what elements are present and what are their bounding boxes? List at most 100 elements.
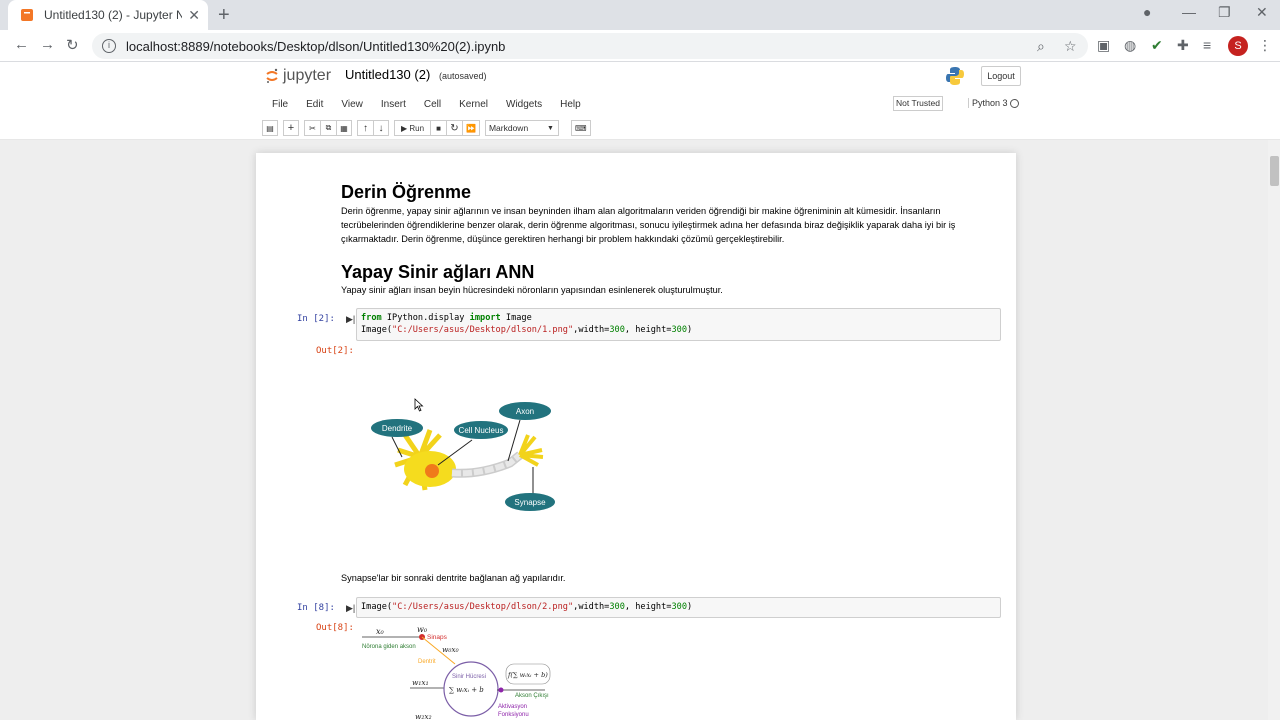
code-string: "C:/Users/asus/Desktop/dlson/2.png" xyxy=(392,602,574,612)
run-label: Run xyxy=(409,123,425,133)
artificial-neuron-diagram-image: x₀ w₀ Sinaps Nörona giden akson w₀x₀ Den… xyxy=(362,625,551,720)
cell-type-select[interactable]: Markdown ▼ xyxy=(484,120,559,136)
autosave-status: (autosaved) xyxy=(439,71,487,81)
mouse-cursor-icon xyxy=(414,398,424,412)
copy-icon[interactable]: ⧉ xyxy=(320,120,336,136)
jupyter-logo-text: jupyter xyxy=(283,67,332,84)
zoom-icon[interactable]: ⌕ xyxy=(1037,38,1045,55)
paste-icon[interactable]: ▦ xyxy=(336,120,352,136)
run-button[interactable]: ▶ Run xyxy=(394,120,430,136)
address-bar-row: ← → ↻ i localhost:8889/notebooks/Desktop… xyxy=(0,30,1280,62)
add-cell-icon[interactable]: + xyxy=(283,120,299,136)
markdown-cell-ann[interactable]: Yapay Sinir ağları ANN Yapay sinir ağlar… xyxy=(341,262,981,297)
w0-label: w₀ xyxy=(417,625,428,634)
run-play-icon: ▶ xyxy=(400,123,408,133)
heading-derin-ogrenme: Derin Öğrenme xyxy=(341,182,472,202)
profile-avatar[interactable]: S xyxy=(1228,36,1248,56)
restart-icon[interactable]: ↻ xyxy=(446,120,462,136)
browser-tab[interactable]: Untitled130 (2) - Jupyter Notebo ✕ xyxy=(8,0,208,30)
url-input[interactable]: i localhost:8889/notebooks/Desktop/dlson… xyxy=(92,33,1088,59)
reload-icon[interactable]: ↻ xyxy=(66,36,79,54)
code-keyword: import xyxy=(469,313,501,323)
markdown-cell-deep-learning[interactable]: Derin Öğrenme Derin öğrenme, yapay sinir… xyxy=(341,182,971,246)
axon-label: Axon xyxy=(516,407,534,416)
extension-circle-icon[interactable]: ◍ xyxy=(1124,37,1136,54)
code-keyword: from xyxy=(361,313,382,323)
menu-widgets[interactable]: Widgets xyxy=(506,99,542,110)
move-up-icon[interactable]: ↑ xyxy=(357,120,373,136)
code-text: , height= xyxy=(624,325,672,335)
not-trusted-button[interactable]: Not Trusted xyxy=(893,96,943,111)
reading-list-icon[interactable]: ≡ xyxy=(1203,37,1211,53)
browser-menu-icon[interactable]: ⋮ xyxy=(1258,37,1272,54)
akson-label: Nörona giden akson xyxy=(362,644,416,650)
output-prompt-8: Out[8]: xyxy=(316,623,354,633)
dendrite-label: Dendrite xyxy=(382,424,413,433)
w0x0-label: w₀x₀ xyxy=(442,645,459,654)
save-icon[interactable]: ▤ xyxy=(262,120,278,136)
axon-terminal xyxy=(518,434,544,467)
close-tab-icon[interactable]: ✕ xyxy=(188,7,200,24)
extension-check-icon[interactable]: ✔ xyxy=(1151,37,1163,54)
minimize-icon[interactable]: — xyxy=(1182,4,1196,20)
move-down-icon[interactable]: ↓ xyxy=(373,120,389,136)
notebook-title[interactable]: Untitled130 (2) xyxy=(345,67,430,82)
menu-help[interactable]: Help xyxy=(560,99,581,110)
menu-insert[interactable]: Insert xyxy=(381,99,406,110)
menu-kernel[interactable]: Kernel xyxy=(459,99,488,110)
scrollbar-thumb[interactable] xyxy=(1270,156,1279,186)
run-cell-icon[interactable]: ▶| xyxy=(346,314,355,325)
input-prompt-2: In [2]: xyxy=(297,314,335,324)
code-number: 300 xyxy=(609,325,625,335)
back-icon[interactable]: ← xyxy=(14,36,29,53)
command-palette-icon[interactable]: ⌨ xyxy=(570,120,591,136)
heading-ann: Yapay Sinir ağları ANN xyxy=(341,262,535,282)
profile-menu-icon[interactable]: ● xyxy=(1143,4,1151,20)
code-number: 300 xyxy=(671,325,687,335)
code-text: ) xyxy=(687,325,693,335)
restore-icon[interactable]: ❐ xyxy=(1218,4,1231,21)
extensions-puzzle-icon[interactable]: ✚ xyxy=(1177,37,1189,54)
run-cell-icon[interactable]: ▶| xyxy=(346,603,355,614)
page-scrollbar[interactable] xyxy=(1268,140,1280,720)
markdown-cell-synapse[interactable]: Synapse'lar bir sonraki dentrite bağlana… xyxy=(341,571,981,585)
logout-button[interactable]: Logout xyxy=(981,66,1021,86)
cut-icon[interactable]: ✂ xyxy=(304,120,320,136)
code-text: IPython.display xyxy=(381,313,470,323)
menu-view[interactable]: View xyxy=(341,99,363,110)
code-line: from IPython.display import Image xyxy=(361,312,996,324)
extension-icon[interactable]: ▣ xyxy=(1097,37,1110,54)
restart-run-all-icon[interactable]: ⏩ xyxy=(462,120,480,136)
code-string: "C:/Users/asus/Desktop/dlson/1.png" xyxy=(392,325,574,335)
new-tab-icon[interactable]: + xyxy=(218,4,230,27)
interrupt-icon[interactable]: ■ xyxy=(430,120,446,136)
forward-icon[interactable]: → xyxy=(40,36,55,53)
jupyter-logo[interactable]: jupyter xyxy=(265,67,331,85)
bookmark-star-icon[interactable]: ☆ xyxy=(1064,38,1077,55)
w1x1-label: w₁x₁ xyxy=(412,678,429,687)
activation-formula: f(∑ wᵢxᵢ + b) xyxy=(507,671,548,679)
code-text: Image( xyxy=(361,325,393,335)
window-close-icon[interactable]: ✕ xyxy=(1256,4,1268,21)
menu-cell[interactable]: Cell xyxy=(424,99,441,110)
chevron-down-icon: ▼ xyxy=(547,124,554,132)
kernel-name[interactable]: Python 3 xyxy=(968,98,1008,108)
nucleus-label: Cell Nucleus xyxy=(459,426,504,435)
x0-label: x₀ xyxy=(376,627,385,636)
sum-formula: ∑ wᵢxᵢ + b xyxy=(449,686,484,694)
jupyter-mark-icon xyxy=(266,68,278,83)
menu-file[interactable]: File xyxy=(272,99,288,110)
tab-title: Untitled130 (2) - Jupyter Notebo xyxy=(44,8,183,22)
menu-edit[interactable]: Edit xyxy=(306,99,323,110)
code-cell-8[interactable]: Image("C:/Users/asus/Desktop/dlson/2.png… xyxy=(356,597,1001,618)
code-text: , height= xyxy=(624,602,672,612)
code-cell-2[interactable]: from IPython.display import Image Image(… xyxy=(356,308,1001,341)
w2x2-label: w₂x₂ xyxy=(415,712,432,720)
site-info-icon[interactable]: i xyxy=(102,39,116,53)
cell-type-value: Markdown xyxy=(488,123,529,133)
code-text: Image xyxy=(500,313,532,323)
code-number: 300 xyxy=(671,602,687,612)
neuron-cell-body xyxy=(394,429,456,491)
code-text: ) xyxy=(687,602,693,612)
code-text: ,width= xyxy=(573,602,610,612)
